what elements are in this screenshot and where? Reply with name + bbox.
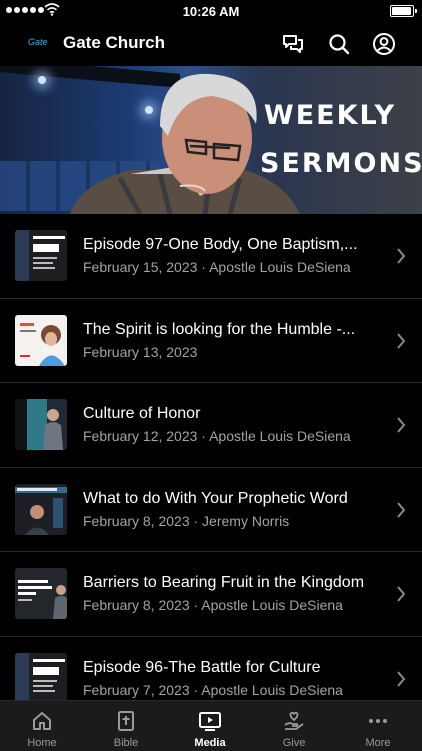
list-item[interactable]: What to do With Your Prophetic Word Febr…	[0, 468, 422, 552]
give-icon	[284, 711, 304, 730]
chevron-right-icon	[397, 417, 406, 433]
barriers-thumbnail	[15, 568, 67, 619]
outlook-thumbnail	[15, 230, 67, 281]
status-bar: 10:26 AM	[0, 0, 422, 22]
tab-bible-label: Bible	[113, 737, 139, 749]
tab-media[interactable]: Media	[168, 701, 252, 751]
bible-icon	[118, 711, 134, 731]
narrow-door-thumbnail	[15, 483, 67, 535]
tab-give-label: Give	[282, 737, 306, 749]
weekly-sermons-banner[interactable]: WEEKLY SERMONS	[0, 66, 422, 214]
chevron-right-icon	[397, 332, 406, 349]
sermon-title: Culture of Honor	[83, 405, 201, 422]
list-item[interactable]: The Spirit is looking for the Humble -..…	[0, 299, 422, 383]
sermon-title: Episode 96-The Battle for Culture	[83, 658, 321, 676]
tab-media-label: Media	[194, 737, 226, 749]
sermon-title: Episode 97-One Body, One Baptism,...	[83, 236, 358, 253]
battery-icon	[390, 5, 417, 17]
sermon-title: The Spirit is looking for the Humble -..…	[83, 320, 356, 338]
sermon-meta: February 7, 2023 · Apostle Louis DeSiena	[83, 681, 343, 698]
tab-give[interactable]: Give	[252, 701, 336, 751]
sermon-meta: February 8, 2023 · Apostle Louis DeSiena	[83, 597, 343, 613]
media-icon	[199, 712, 221, 731]
sermon-meta: February 8, 2023 · Jeremy Norris	[83, 512, 290, 529]
church-logo: Gate	[28, 37, 48, 47]
tab-bible[interactable]: Bible	[84, 701, 168, 751]
list-item[interactable]: Culture of Honor February 12, 2023 · Apo…	[0, 383, 422, 468]
outlook-thumbnail	[15, 652, 67, 704]
app-title: Gate Church	[63, 33, 166, 52]
sermon-meta: February 12, 2023 · Apostle Louis DeSien…	[83, 428, 351, 444]
tab-bar: Home Bible Media Give More	[0, 700, 422, 751]
chevron-right-icon	[397, 501, 406, 518]
app-header: Gate Gate Church	[0, 22, 422, 66]
sermon-meta: February 13, 2023	[83, 343, 198, 360]
chevron-right-icon	[397, 248, 406, 264]
home-icon	[33, 712, 51, 730]
more-icon	[369, 719, 387, 723]
chevron-right-icon	[397, 586, 406, 602]
list-item[interactable]: Barriers to Bearing Fruit in the Kingdom…	[0, 552, 422, 637]
profile-icon[interactable]	[372, 32, 396, 56]
chat-icon[interactable]	[281, 32, 305, 56]
sermon-list: Episode 97-One Body, One Baptism,... Feb…	[0, 214, 422, 721]
sermon-title: Barriers to Bearing Fruit in the Kingdom	[83, 574, 365, 591]
search-icon[interactable]	[327, 32, 351, 56]
status-time: 10:26 AM	[182, 4, 240, 19]
banner-title: WEEKLY SERMONS	[260, 100, 422, 179]
sermon-title: What to do With Your Prophetic Word	[83, 489, 348, 507]
tab-more[interactable]: More	[336, 701, 420, 751]
tab-home-label: Home	[27, 737, 57, 749]
speaker-portrait-thumbnail	[15, 314, 67, 366]
tab-more-label: More	[365, 737, 391, 749]
chevron-right-icon	[397, 670, 406, 687]
list-item[interactable]: Episode 97-One Body, One Baptism,... Feb…	[0, 214, 422, 299]
sermon-meta: February 15, 2023 · Apostle Louis DeSien…	[83, 259, 351, 275]
stage-thumbnail	[15, 399, 67, 450]
tab-home[interactable]: Home	[0, 701, 84, 751]
